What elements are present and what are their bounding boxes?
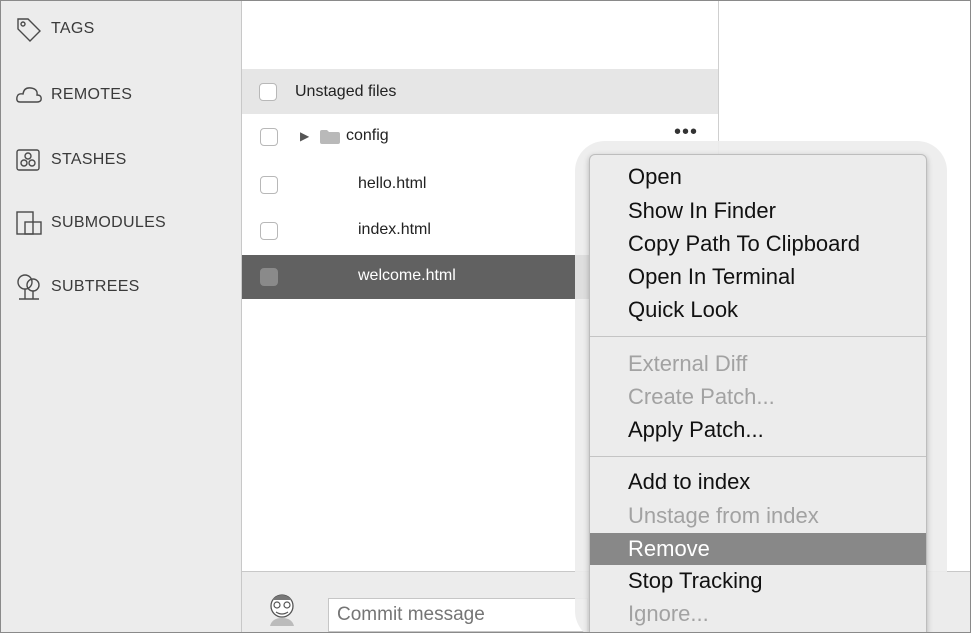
menu-separator	[590, 456, 926, 457]
sidebar: TAGS REMOTES STASHES SUBMODULES SUBTREES	[1, 1, 242, 632]
sidebar-item-label: REMOTES	[51, 86, 133, 103]
tag-icon	[15, 15, 51, 43]
sidebar-item-stashes[interactable]: STASHES	[15, 142, 127, 178]
sidebar-item-submodules[interactable]: SUBMODULES	[15, 205, 166, 241]
file-checkbox[interactable]	[260, 176, 278, 194]
unstaged-select-all-checkbox[interactable]	[259, 82, 277, 101]
menu-item-create-patch: Create Patch...	[628, 384, 775, 409]
sidebar-item-subtrees[interactable]: SUBTREES	[15, 269, 140, 305]
menu-item-copy-path[interactable]: Copy Path To Clipboard	[590, 228, 926, 260]
avatar	[270, 594, 294, 626]
stash-icon	[15, 146, 51, 174]
disclosure-triangle-icon[interactable]: ▶	[300, 129, 309, 143]
unstaged-files-header: Unstaged files	[242, 69, 718, 114]
sidebar-item-label: SUBTREES	[51, 278, 140, 295]
app-window: TAGS REMOTES STASHES SUBMODULES SUBTREES	[0, 0, 971, 633]
context-menu: Open Show In Finder Copy Path To Clipboa…	[589, 154, 927, 632]
menu-item-apply-patch[interactable]: Apply Patch...	[590, 414, 926, 446]
menu-item-remove[interactable]: Remove	[590, 533, 926, 565]
file-name: index.html	[358, 221, 431, 238]
menu-item-quick-look[interactable]: Quick Look	[590, 294, 926, 326]
file-name: welcome.html	[358, 267, 456, 284]
menu-item-ignore: Ignore...	[628, 601, 709, 626]
file-checkbox[interactable]	[260, 268, 278, 286]
menu-item-add-to-index[interactable]: Add to index	[590, 466, 926, 498]
menu-item-open-in-terminal[interactable]: Open In Terminal	[590, 261, 926, 293]
file-name: hello.html	[358, 175, 427, 192]
cloud-icon	[15, 81, 51, 109]
folder-name: config	[346, 127, 389, 144]
sidebar-item-tags[interactable]: TAGS	[15, 11, 95, 47]
submodule-icon	[15, 209, 51, 237]
menu-item-unstage-from-index: Unstage from index	[628, 503, 819, 528]
file-checkbox[interactable]	[260, 222, 278, 240]
sidebar-item-label: TAGS	[51, 20, 95, 37]
menu-item-show-in-finder[interactable]: Show In Finder	[590, 195, 926, 227]
unstaged-files-title: Unstaged files	[295, 82, 397, 100]
menu-item-external-diff: External Diff	[628, 351, 748, 376]
menu-item-open[interactable]: Open	[590, 161, 926, 193]
sidebar-item-label: SUBMODULES	[51, 214, 167, 231]
menu-item-stop-tracking[interactable]: Stop Tracking	[590, 565, 926, 597]
subtree-icon	[15, 273, 51, 301]
commit-message-input[interactable]	[328, 598, 588, 632]
sidebar-item-remotes[interactable]: REMOTES	[15, 77, 132, 113]
sidebar-item-label: STASHES	[51, 151, 127, 168]
folder-icon	[320, 130, 340, 144]
file-checkbox[interactable]	[260, 128, 278, 146]
menu-separator	[590, 336, 926, 337]
